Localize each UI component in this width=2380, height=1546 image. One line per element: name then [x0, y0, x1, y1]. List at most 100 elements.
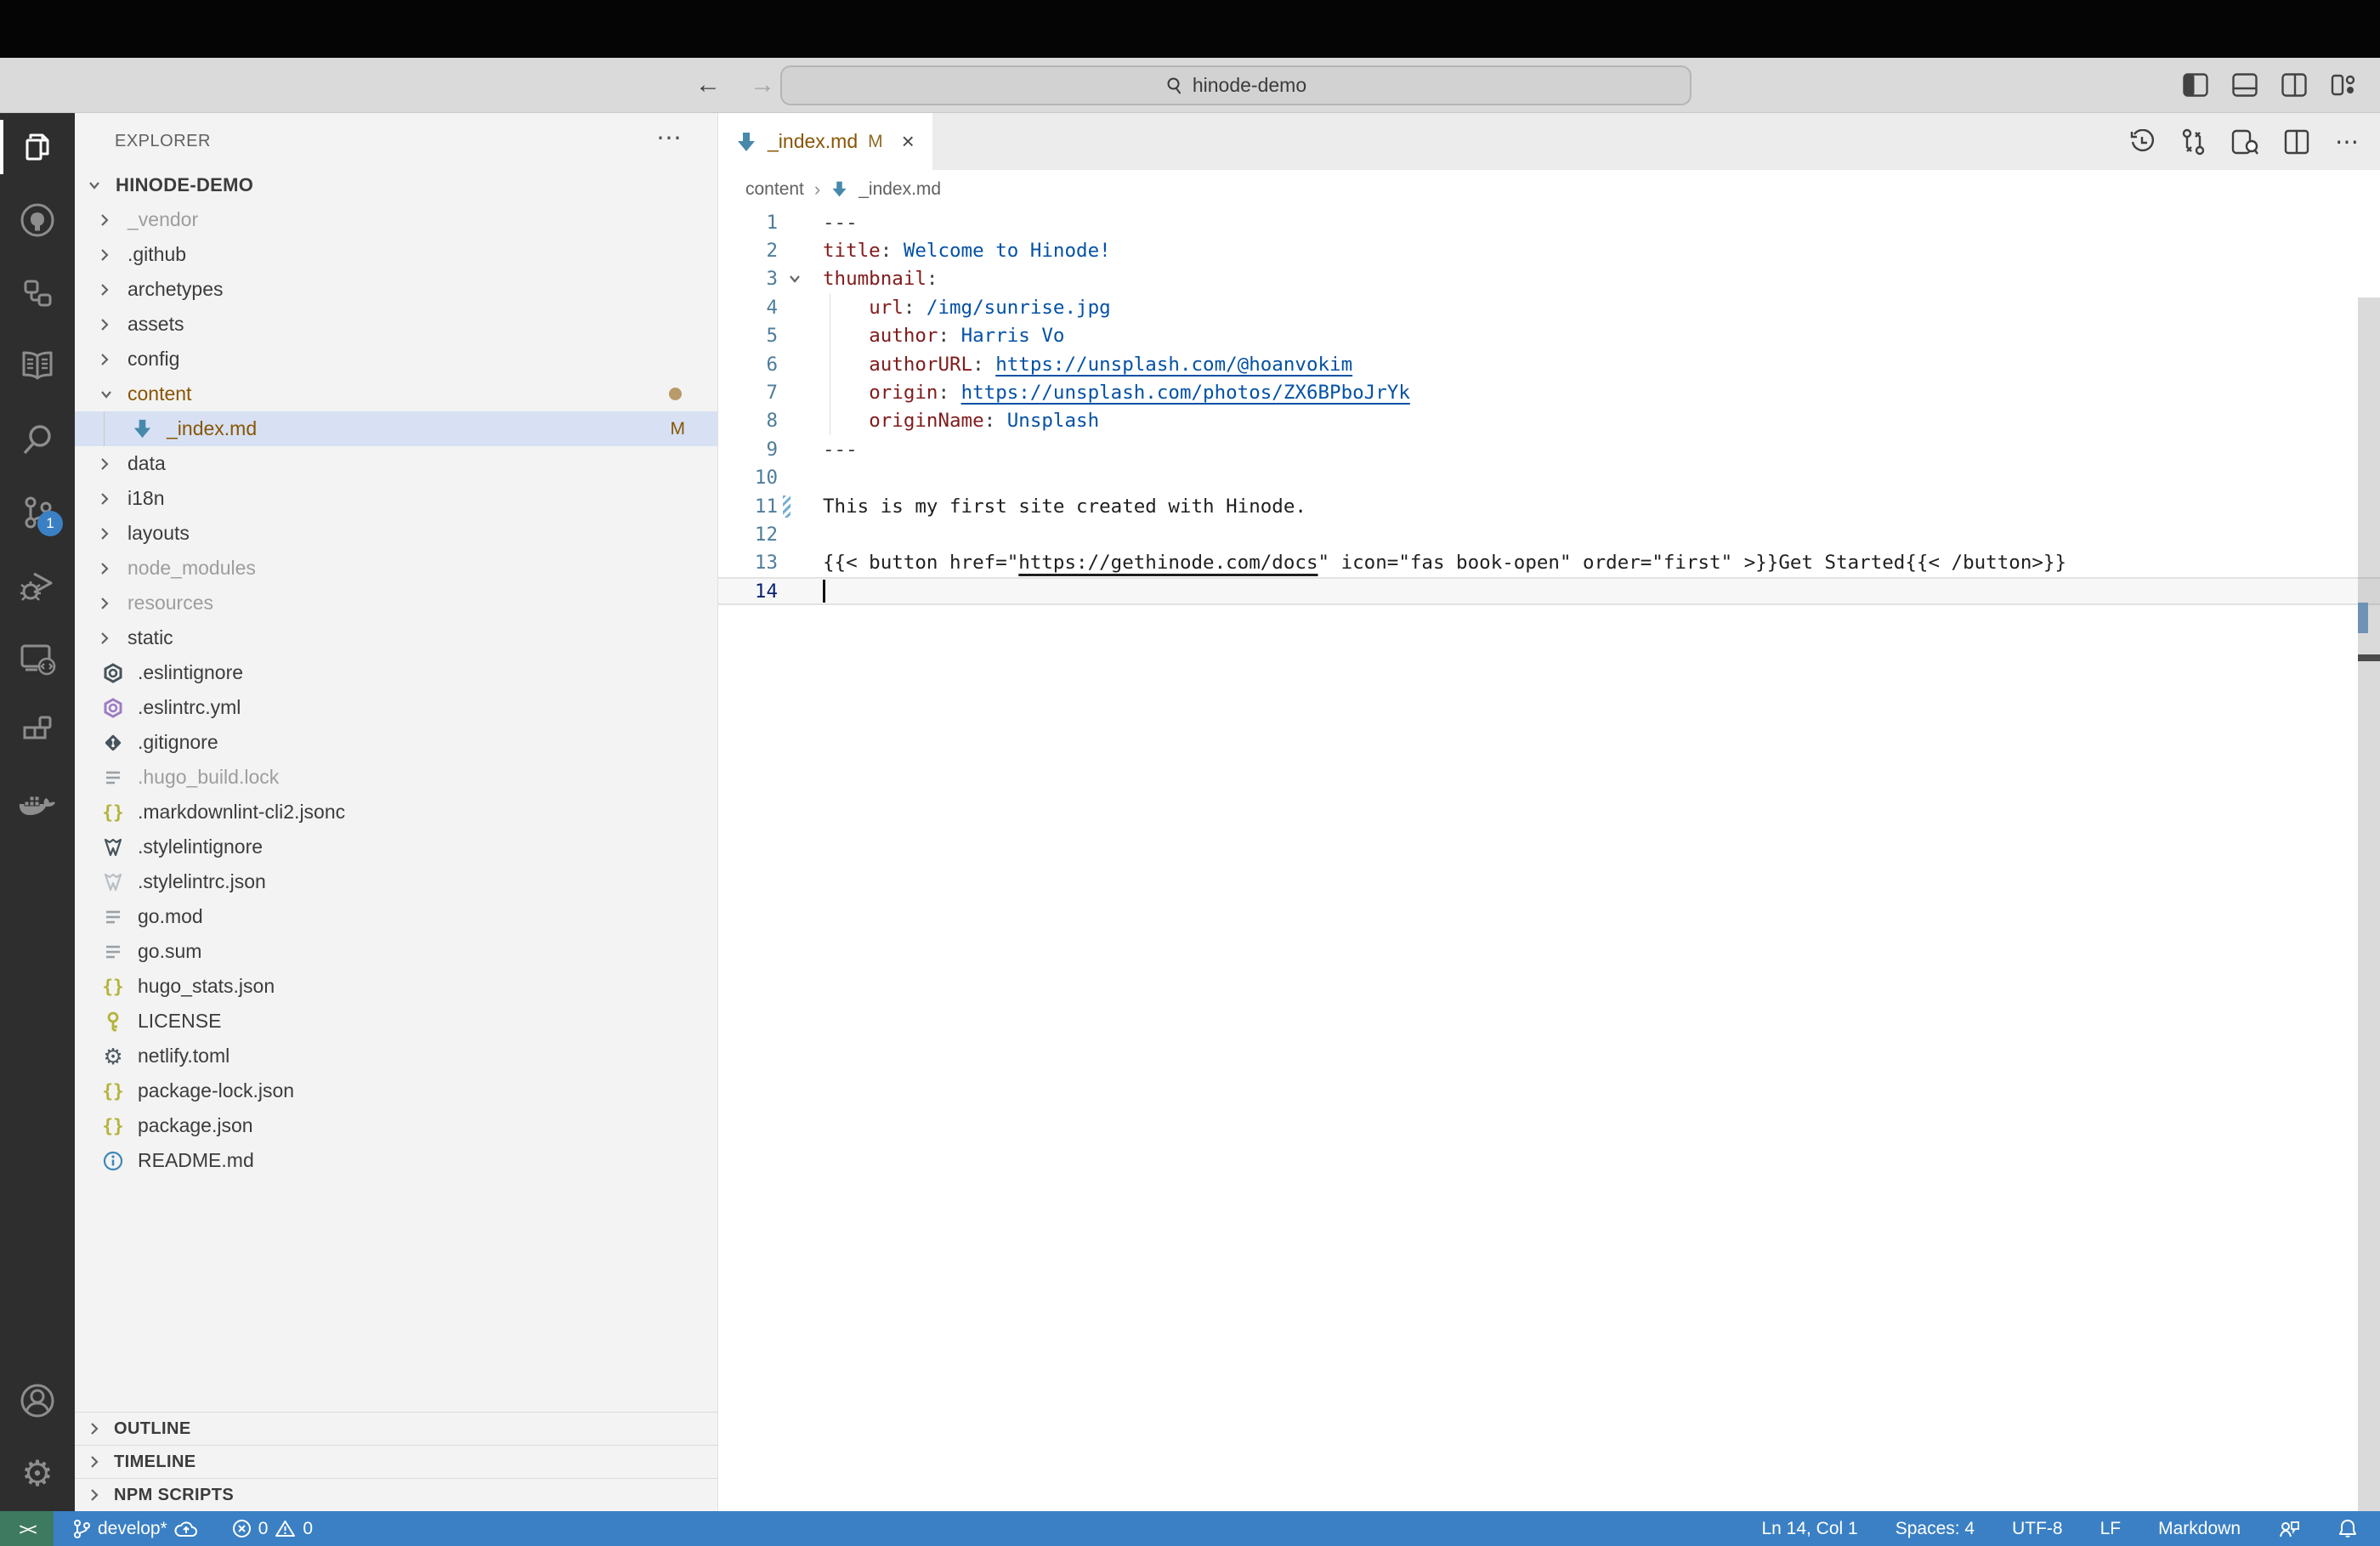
explorer-more-actions-icon[interactable]: ⋯ — [656, 123, 683, 153]
tree-folder-node_modules[interactable]: node_modules — [75, 551, 717, 586]
breadcrumb-file[interactable]: _index.md — [858, 179, 941, 200]
code-line-14[interactable]: 14 — [718, 577, 2380, 605]
tree-item-label: assets — [128, 313, 184, 336]
modified-dot-badge — [669, 388, 682, 400]
tree-folder-archetypes[interactable]: archetypes — [75, 272, 717, 307]
chevron-right-icon — [88, 1420, 114, 1437]
tree-file-_index.md[interactable]: _index.mdM — [75, 411, 717, 446]
code-line-9[interactable]: 9--- — [718, 435, 2380, 463]
tree-file-package.json[interactable]: {}package.json — [75, 1108, 717, 1143]
toggle-sidebar-icon[interactable] — [2183, 73, 2208, 97]
code-line-2[interactable]: 2title: Welcome to Hinode! — [718, 236, 2380, 264]
cursor-position[interactable]: Ln 14, Col 1 — [1761, 1519, 1857, 1539]
code-line-8[interactable]: 8 originName: Unsplash — [718, 407, 2380, 435]
project-hierarchy-icon[interactable] — [0, 276, 75, 310]
code-line-10[interactable]: 10 — [718, 464, 2380, 492]
search-icon[interactable] — [0, 422, 75, 456]
tree-file-package-lock.json[interactable]: {}package-lock.json — [75, 1073, 717, 1108]
tab-close-icon[interactable]: × — [902, 128, 915, 155]
breadcrumb-folder[interactable]: content — [745, 179, 804, 200]
fold-chevron-icon[interactable] — [787, 265, 802, 293]
language-mode[interactable]: Markdown — [2158, 1519, 2241, 1539]
github-icon[interactable] — [0, 203, 75, 237]
chevron-down-icon — [99, 388, 124, 401]
tree-file-hugo_stats.json[interactable]: {}hugo_stats.json — [75, 969, 717, 1004]
eol-sequence[interactable]: LF — [2100, 1519, 2122, 1539]
editor-scrollbar[interactable] — [2358, 297, 2380, 1511]
feedback-icon[interactable] — [2278, 1519, 2300, 1539]
tree-file-go.mod[interactable]: go.mod — [75, 899, 717, 934]
tree-file-.stylelintignore[interactable]: .stylelintignore — [75, 830, 717, 864]
accounts-icon[interactable] — [0, 1384, 75, 1418]
encoding[interactable]: UTF-8 — [2012, 1519, 2063, 1539]
sidebar-section-timeline[interactable]: TIMELINE — [75, 1445, 717, 1478]
tree-folder-.github[interactable]: .github — [75, 237, 717, 272]
tree-folder-config[interactable]: config — [75, 342, 717, 377]
chevron-right-icon — [88, 1487, 114, 1504]
remote-explorer-icon[interactable] — [0, 642, 75, 676]
code-line-12[interactable]: 12 — [718, 520, 2380, 548]
line-number: 4 — [766, 293, 778, 321]
indentation[interactable]: Spaces: 4 — [1896, 1519, 1975, 1539]
open-changes-icon[interactable] — [2180, 128, 2206, 156]
sidebar-section-npm-scripts[interactable]: NPM SCRIPTS — [75, 1478, 717, 1511]
extensions-icon[interactable] — [0, 715, 75, 749]
run-debug-icon[interactable] — [0, 569, 75, 603]
git-branch-item[interactable]: develop* — [72, 1519, 198, 1539]
tree-file-README.md[interactable]: README.md — [75, 1143, 717, 1178]
tree-folder-resources[interactable]: resources — [75, 586, 717, 620]
notifications-bell-icon[interactable] — [2338, 1518, 2358, 1540]
code-line-13[interactable]: 13{{< button href="https://gethinode.com… — [718, 549, 2380, 577]
local-history-icon[interactable] — [2129, 129, 2155, 155]
settings-gear-icon[interactable]: ⚙ — [0, 1457, 75, 1491]
split-editor-icon[interactable] — [2284, 129, 2309, 155]
toggle-secondary-sidebar-icon[interactable] — [2281, 73, 2307, 97]
source-control-icon[interactable]: 1 — [0, 496, 75, 529]
code-line-4[interactable]: 4 url: /img/sunrise.jpg — [718, 293, 2380, 321]
toggle-panel-icon[interactable] — [2232, 73, 2258, 97]
tree-folder-i18n[interactable]: i18n — [75, 481, 717, 516]
editor-more-actions-icon[interactable]: ⋯ — [2335, 127, 2361, 156]
forward-arrow-icon[interactable]: → — [750, 72, 775, 98]
command-center-search[interactable]: hinode-demo — [780, 65, 1692, 105]
tree-folder-assets[interactable]: assets — [75, 307, 717, 342]
tree-folder-static[interactable]: static — [75, 620, 717, 655]
line-text: --- — [823, 212, 858, 234]
code-line-5[interactable]: 5 author: Harris Vo — [718, 322, 2380, 350]
tree-file-.markdownlint-cli2.jsonc[interactable]: {}.markdownlint-cli2.jsonc — [75, 795, 717, 830]
code-line-11[interactable]: 11This is my first site created with Hin… — [718, 492, 2380, 520]
tree-file-netlify.toml[interactable]: ⚙netlify.toml — [75, 1039, 717, 1073]
tree-file-go.sum[interactable]: go.sum — [75, 934, 717, 969]
tree-folder-_vendor[interactable]: _vendor — [75, 202, 717, 237]
git-branch-icon — [72, 1519, 91, 1539]
docker-icon[interactable] — [0, 788, 75, 822]
open-preview-icon[interactable] — [2231, 129, 2258, 155]
docs-book-icon[interactable] — [0, 349, 75, 383]
tree-file-.eslintignore[interactable]: .eslintignore — [75, 655, 717, 690]
tree-file-.eslintrc.yml[interactable]: .eslintrc.yml — [75, 690, 717, 725]
code-line-3[interactable]: 3thumbnail: — [718, 265, 2380, 293]
tree-root-hinode-demo[interactable]: HINODE-DEMO — [75, 167, 717, 202]
tree-folder-content[interactable]: content — [75, 377, 717, 411]
tree-file-.gitignore[interactable]: .gitignore — [75, 725, 717, 760]
remote-indicator[interactable]: >< — [0, 1511, 54, 1546]
customize-layout-icon[interactable] — [2331, 73, 2356, 97]
tree-file-LICENSE[interactable]: LICENSE — [75, 1004, 717, 1039]
code-area[interactable]: 1---2title: Welcome to Hinode!3thumbnail… — [718, 208, 2380, 1511]
branch-name: develop* — [98, 1519, 167, 1539]
code-line-1[interactable]: 1--- — [718, 208, 2380, 236]
tree-folder-data[interactable]: data — [75, 446, 717, 481]
tab-index-md[interactable]: _index.md M × — [718, 113, 932, 170]
code-line-7[interactable]: 7 origin: https://unsplash.com/photos/ZX… — [718, 378, 2380, 406]
line-number: 11 — [755, 492, 778, 520]
problems-item[interactable]: 0 0 — [232, 1519, 313, 1539]
back-arrow-icon[interactable]: ← — [695, 72, 721, 98]
gutter: 4 — [718, 293, 823, 321]
tree-file-.stylelintrc.json[interactable]: .stylelintrc.json — [75, 864, 717, 899]
line-number: 3 — [766, 265, 778, 293]
explorer-icon[interactable] — [0, 130, 75, 164]
code-line-6[interactable]: 6 authorURL: https://unsplash.com/@hoanv… — [718, 350, 2380, 378]
tree-file-.hugo_build.lock[interactable]: .hugo_build.lock — [75, 760, 717, 795]
tree-folder-layouts[interactable]: layouts — [75, 516, 717, 551]
sidebar-section-outline[interactable]: OUTLINE — [75, 1412, 717, 1445]
